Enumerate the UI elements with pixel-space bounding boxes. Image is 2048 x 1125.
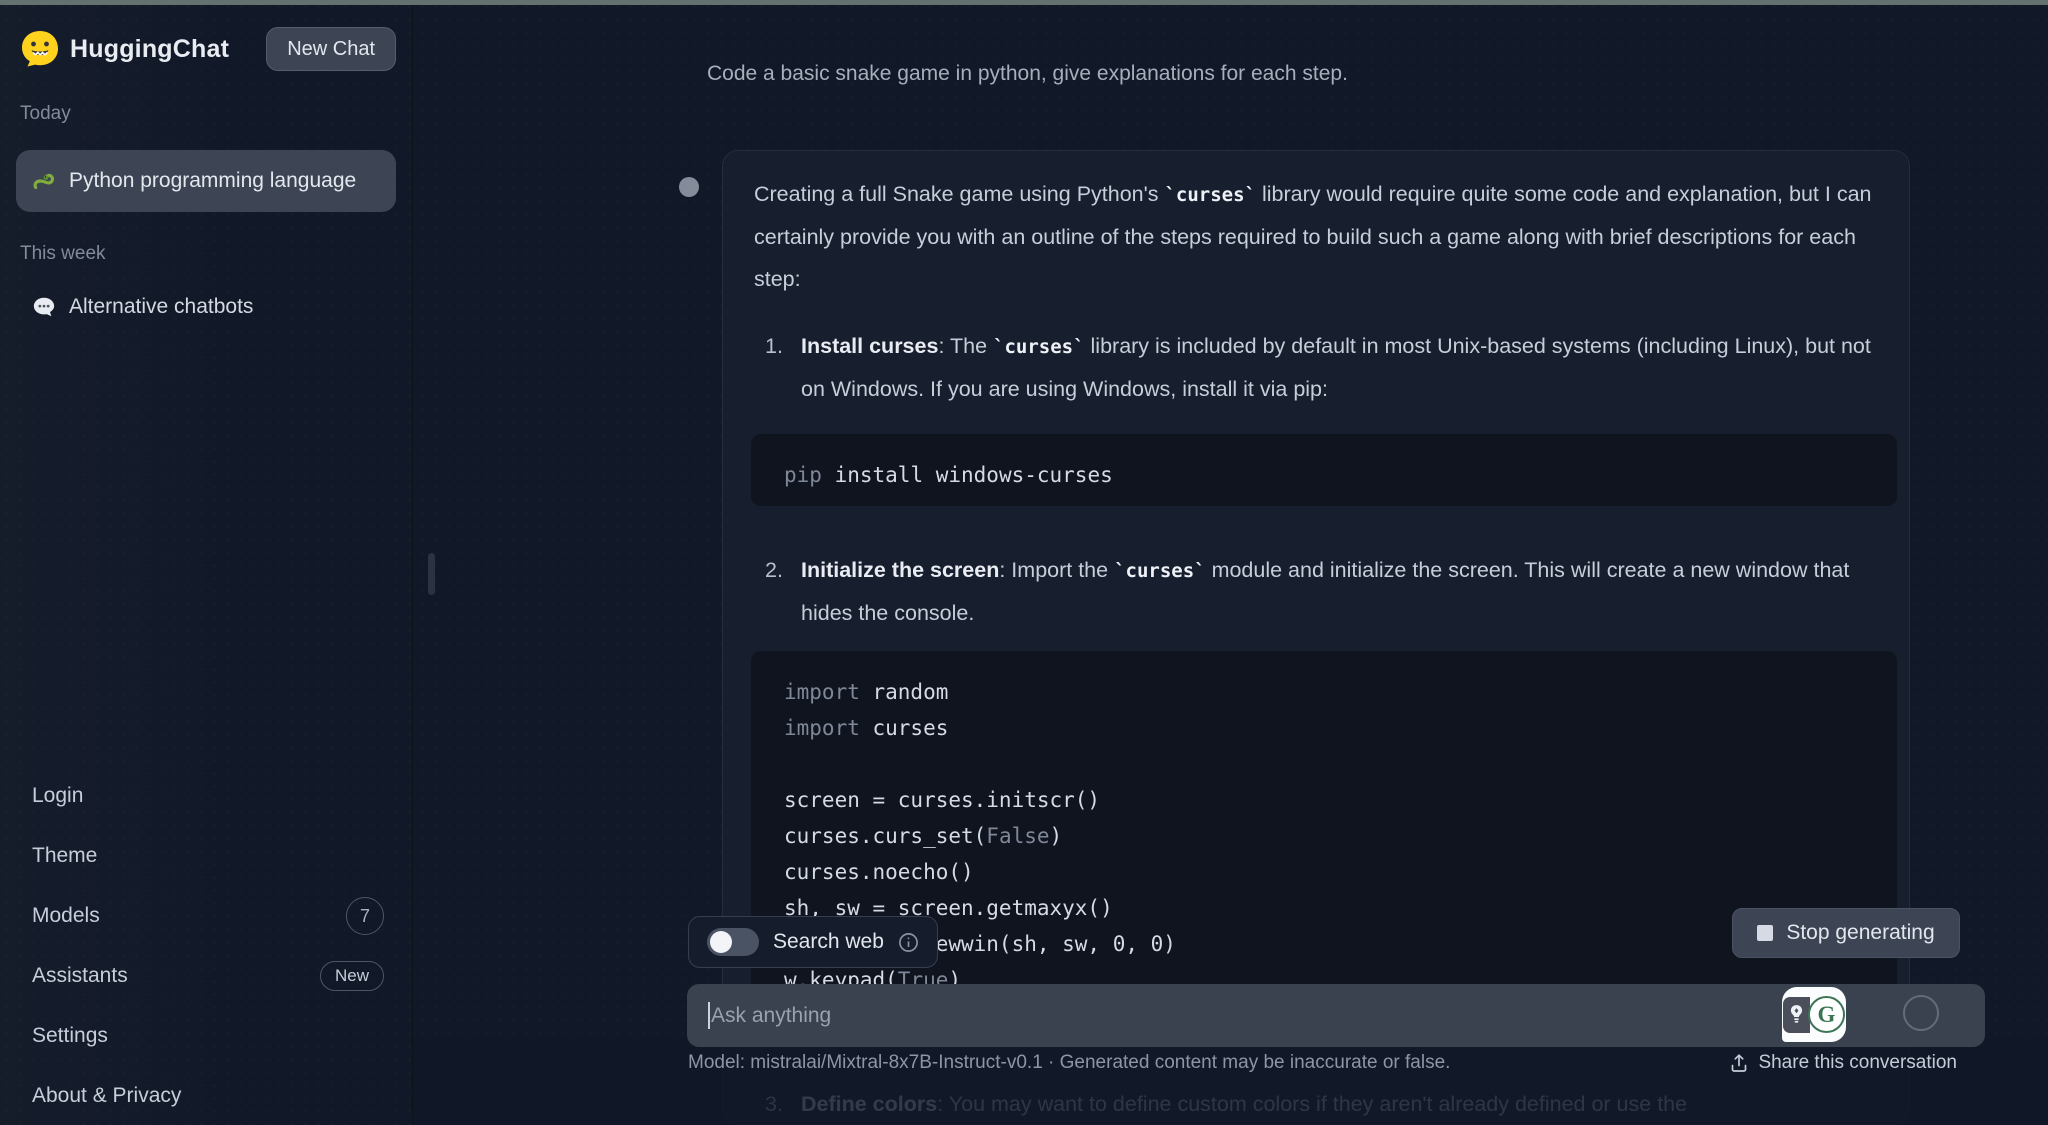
lightbulb-icon [1783, 997, 1810, 1033]
huggingchat-logo-icon [20, 30, 60, 68]
app-title: HuggingChat [70, 35, 229, 64]
step-text: Install curses: The `curses` library is … [801, 325, 1891, 410]
assistant-message-card: Creating a full Snake game using Python'… [722, 150, 1910, 1125]
stop-generating-label: Stop generating [1786, 921, 1934, 945]
sidebar-item-about-privacy[interactable]: About & Privacy [32, 1077, 384, 1115]
sidebar-item-theme[interactable]: Theme [32, 837, 384, 875]
models-count-badge: 7 [346, 897, 384, 935]
info-icon[interactable] [898, 932, 919, 953]
step-number: 2. [765, 549, 801, 634]
assistant-step-2: 2. Initialize the screen: Import the `cu… [765, 549, 1891, 634]
huggingchat-logo-link[interactable]: HuggingChat [20, 30, 229, 68]
new-chat-button[interactable]: New Chat [266, 27, 396, 71]
theme-label: Theme [32, 844, 97, 868]
code-block-pip-install: pip install windows-curses [751, 434, 1897, 506]
conversation-footer: Model: mistralai/Mixtral-8x7B-Instruct-v… [688, 1052, 1957, 1074]
sidebar-item-python-programming[interactable]: Python programming language [16, 150, 396, 212]
sidebar-item-models[interactable]: Models 7 [32, 897, 384, 935]
login-label: Login [32, 784, 83, 808]
assistant-step-1: 1. Install curses: The `curses` library … [765, 325, 1891, 410]
search-web-toggle[interactable] [707, 928, 759, 956]
settings-label: Settings [32, 1024, 108, 1048]
stop-icon [1757, 925, 1773, 941]
grammarly-extension-badge[interactable]: G [1782, 987, 1846, 1042]
sidebar-header: HuggingChat New Chat [20, 25, 396, 73]
search-web-label: Search web [773, 930, 884, 954]
share-upload-icon [1729, 1053, 1749, 1073]
text-caret [708, 1002, 710, 1029]
about-privacy-label: About & Privacy [32, 1084, 181, 1108]
sidebar-section-today: Today [20, 103, 71, 125]
grammarly-g-icon: G [1808, 996, 1845, 1033]
search-web-control: Search web [688, 916, 938, 968]
step-text: Initialize the screen: Import the `curse… [801, 549, 1891, 634]
sidebar-item-assistants[interactable]: Assistants New [32, 957, 384, 995]
sidebar: HuggingChat New Chat Today Python progra… [0, 5, 413, 1125]
models-label: Models [32, 904, 100, 928]
share-conversation-label: Share this conversation [1758, 1052, 1957, 1074]
send-button[interactable] [1903, 995, 1939, 1031]
chat-input-container: G [687, 984, 1985, 1047]
assistants-new-badge: New [320, 961, 384, 991]
sidebar-item-login[interactable]: Login [32, 777, 384, 815]
sidebar-item-alternative-chatbots[interactable]: Alternative chatbots [16, 285, 396, 329]
user-message: Code a basic snake game in python, give … [707, 62, 1707, 86]
code-content: pip install windows-curses [751, 434, 1897, 516]
stop-generating-button[interactable]: Stop generating [1732, 908, 1960, 958]
assistant-avatar [679, 177, 699, 197]
snake-icon [31, 168, 57, 194]
sidebar-item-settings[interactable]: Settings [32, 1017, 384, 1055]
sidebar-section-this-week: This week [20, 243, 106, 265]
step-number: 1. [765, 325, 801, 410]
speech-balloon-icon [31, 294, 57, 320]
sidebar-item-label: Alternative chatbots [69, 295, 253, 319]
share-conversation-link[interactable]: Share this conversation [1729, 1052, 1957, 1074]
sidebar-resize-handle[interactable] [428, 553, 435, 595]
model-info-text: Model: mistralai/Mixtral-8x7B-Instruct-v… [688, 1052, 1450, 1074]
assistant-intro-paragraph: Creating a full Snake game using Python'… [754, 173, 1894, 300]
assistants-label: Assistants [32, 964, 128, 988]
huggingchat-app: HuggingChat New Chat Today Python progra… [0, 0, 2048, 1125]
toggle-knob [710, 931, 732, 953]
sidebar-item-label: Python programming language [69, 169, 356, 193]
